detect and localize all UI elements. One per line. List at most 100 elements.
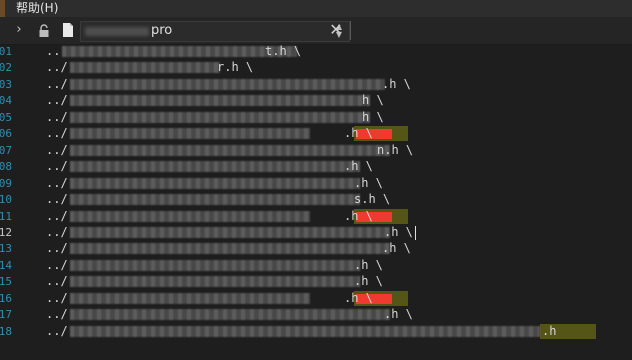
path-prefix: ../ xyxy=(46,109,68,124)
code-line[interactable]: ../ h \ xyxy=(46,93,632,108)
path-prefix: ../ xyxy=(46,224,68,239)
path-suffix: h \ xyxy=(362,109,384,124)
path-prefix: ../ xyxy=(46,175,68,190)
path-prefix: ../ xyxy=(46,241,68,256)
path-suffix: .h \ xyxy=(354,274,383,289)
line-number: 10 xyxy=(0,193,12,207)
line-number: 08 xyxy=(0,160,12,174)
close-icon[interactable]: ✕ xyxy=(326,20,346,40)
code-line[interactable]: ../ .h \ xyxy=(46,159,632,174)
redacted-path xyxy=(69,309,390,321)
code-line[interactable]: ../ .h \ xyxy=(46,241,632,256)
line-number: 06 xyxy=(0,127,12,141)
path-prefix: ../ xyxy=(46,208,68,223)
redacted-path xyxy=(69,128,310,140)
line-number: 02 xyxy=(0,61,12,75)
path-suffix: .h \ xyxy=(344,159,373,174)
path-prefix: ../ xyxy=(46,257,68,272)
path-prefix: ../ xyxy=(46,192,68,207)
path-prefix: ../ xyxy=(46,142,68,157)
path-suffix: .h \ xyxy=(382,241,411,256)
redacted-path xyxy=(62,46,298,57)
line-number: 11 xyxy=(0,209,12,223)
path-prefix: ../ xyxy=(46,290,68,305)
lock-icon[interactable] xyxy=(38,23,50,37)
path-suffix: .h \ xyxy=(384,224,413,239)
code-line[interactable]: ../ .h \ xyxy=(46,274,632,289)
line-number: 04 xyxy=(0,94,12,108)
path-prefix: .. xyxy=(46,44,61,58)
chevron-right-icon[interactable]: › xyxy=(12,23,26,37)
path-suffix: n.h \ xyxy=(377,142,414,157)
code-line[interactable]: ../ .h \ xyxy=(46,208,632,224)
menu-bar: 帮助(H) xyxy=(0,0,632,17)
path-suffix: .h \ xyxy=(354,175,383,190)
redacted-path xyxy=(69,243,390,255)
path-prefix: ../ xyxy=(46,60,68,75)
code-line[interactable]: ../ .h \ xyxy=(46,126,632,142)
line-number-gutter: 01 02 03 04 05 06 07 08 09 10 11 12 13 14 15 16 17 18 xyxy=(0,45,22,360)
path-suffix: .h \ xyxy=(354,257,383,272)
code-line[interactable]: ../ .h xyxy=(46,323,632,339)
path-suffix: .h \ xyxy=(344,290,373,305)
path-suffix: .h \ xyxy=(344,126,373,141)
line-number: 05 xyxy=(0,110,12,124)
code-line[interactable]: ../ .h \ xyxy=(46,176,632,191)
toolbar-divider xyxy=(350,21,351,40)
line-number: 14 xyxy=(0,258,12,272)
code-line[interactable]: ../ .h \ xyxy=(46,225,632,240)
line-number: 17 xyxy=(0,308,12,322)
path-prefix: ../ xyxy=(46,159,68,174)
path-prefix: ../ xyxy=(46,126,68,141)
redacted-path xyxy=(69,177,360,189)
code-line[interactable]: ../ r.h \ xyxy=(46,60,632,75)
redacted-path xyxy=(69,259,360,271)
path-prefix: ../ xyxy=(46,307,68,322)
redacted-filename xyxy=(85,27,149,36)
code-line[interactable]: ../ .h \ xyxy=(46,307,632,322)
path-suffix: .h xyxy=(542,323,557,338)
text-cursor xyxy=(414,225,416,240)
editor-toolbar: › pro ▲ ▼ ✕ xyxy=(0,17,632,45)
code-line[interactable]: ../ .h \ xyxy=(46,290,632,306)
code-line[interactable]: .. t.h \ xyxy=(46,44,632,59)
code-line[interactable]: ../ n.h \ xyxy=(46,143,632,158)
redacted-path xyxy=(69,194,360,206)
file-selector-combo[interactable]: pro ▲ ▼ xyxy=(80,21,350,42)
line-number: 01 xyxy=(0,45,12,58)
line-number: 12 xyxy=(0,225,12,239)
redacted-path xyxy=(69,292,310,304)
code-line[interactable]: ../ .h \ xyxy=(46,77,632,92)
path-prefix: ../ xyxy=(46,76,68,91)
path-suffix: r.h \ xyxy=(217,60,254,75)
redacted-path xyxy=(69,161,360,173)
redacted-path xyxy=(69,325,540,337)
line-number: 18 xyxy=(0,324,12,338)
code-line[interactable]: ../ .h \ xyxy=(46,258,632,273)
redacted-path xyxy=(69,78,385,90)
path-prefix: ../ xyxy=(46,323,68,338)
redacted-path xyxy=(69,276,360,288)
path-suffix: .h \ xyxy=(382,76,411,91)
path-suffix: .h \ xyxy=(344,208,373,223)
code-editor[interactable]: 01 02 03 04 05 06 07 08 09 10 11 12 13 14 15 16 17 18 .. t… xyxy=(0,44,632,360)
path-suffix: h \ xyxy=(362,93,384,108)
redacted-path xyxy=(69,111,370,123)
line-number: 16 xyxy=(0,291,12,305)
path-suffix: t.h \ xyxy=(265,44,302,58)
menu-help[interactable]: 帮助(H) xyxy=(16,0,58,17)
line-number: 07 xyxy=(0,143,12,157)
redacted-path xyxy=(69,62,220,74)
app-icon-edge xyxy=(0,0,5,17)
path-suffix: .h \ xyxy=(384,307,413,322)
file-name-suffix: pro xyxy=(151,23,173,38)
redacted-path xyxy=(69,144,390,156)
redacted-path xyxy=(69,210,310,222)
path-suffix: s.h \ xyxy=(354,192,391,207)
code-line[interactable]: ../ s.h \ xyxy=(46,192,632,207)
path-prefix: ../ xyxy=(46,93,68,108)
line-number: 13 xyxy=(0,242,12,256)
path-prefix: ../ xyxy=(46,274,68,289)
code-line[interactable]: ../ h \ xyxy=(46,110,632,125)
line-number: 09 xyxy=(0,176,12,190)
